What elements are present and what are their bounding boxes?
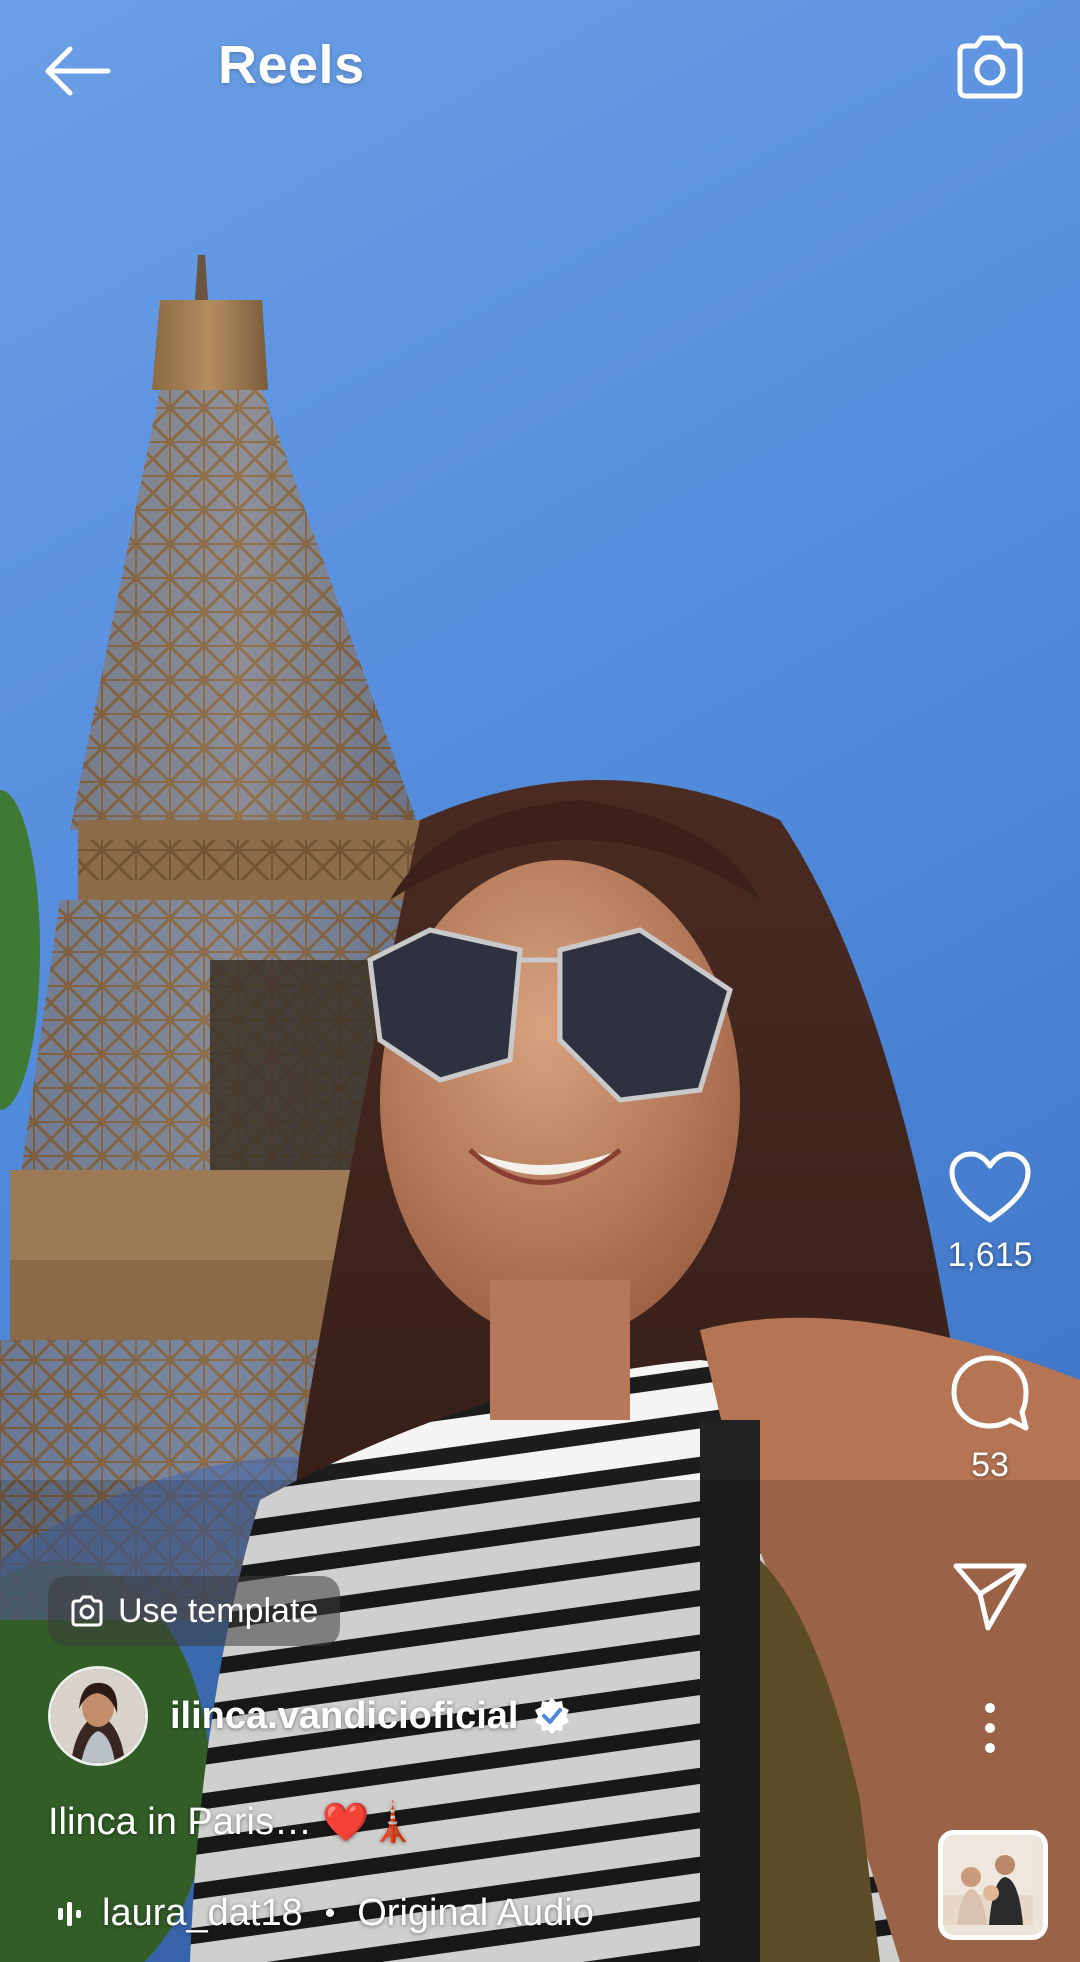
share-action: [920, 1560, 1060, 1632]
author-row: ilinca.vandicioficial: [48, 1666, 572, 1766]
comment-count: 53: [971, 1446, 1009, 1484]
camera-icon: [71, 1595, 103, 1627]
top-bar: Reels: [0, 0, 1080, 150]
caption-text: Ilinca in Paris…: [48, 1801, 312, 1843]
more-action: [920, 1700, 1060, 1756]
camera-icon: [957, 35, 1023, 99]
back-button[interactable]: [40, 36, 130, 106]
caption-emojis: ❤️🗼: [321, 1800, 417, 1844]
audio-thumbnail[interactable]: [938, 1830, 1048, 1940]
more-vertical-icon[interactable]: [980, 1700, 1000, 1756]
audio-separator: •: [324, 1896, 336, 1930]
use-template-button[interactable]: Use template: [48, 1576, 341, 1646]
audio-track: Original Audio: [357, 1892, 594, 1934]
use-template-label: Use template: [118, 1591, 319, 1630]
heart-icon[interactable]: [948, 1150, 1032, 1226]
camera-button[interactable]: [950, 28, 1030, 108]
caption[interactable]: Ilinca in Paris… ❤️🗼: [48, 1800, 417, 1845]
verified-badge-icon: [535, 1698, 570, 1734]
author-username[interactable]: ilinca.vandicioficial: [170, 1695, 518, 1738]
audio-bars-icon: [58, 1901, 81, 1926]
comment-bubble-icon[interactable]: [948, 1352, 1032, 1436]
page-title: Reels: [218, 35, 365, 95]
audio-row[interactable]: laura_dat18 • Original Audio: [56, 1892, 594, 1935]
audio-artist: laura_dat18: [102, 1892, 303, 1934]
comment-action: 53: [920, 1352, 1060, 1485]
arrow-left-icon: [45, 46, 111, 96]
like-count: 1,615: [947, 1236, 1033, 1274]
paper-plane-icon[interactable]: [950, 1560, 1030, 1632]
avatar[interactable]: [48, 1666, 148, 1766]
like-action: 1,615: [920, 1150, 1060, 1275]
